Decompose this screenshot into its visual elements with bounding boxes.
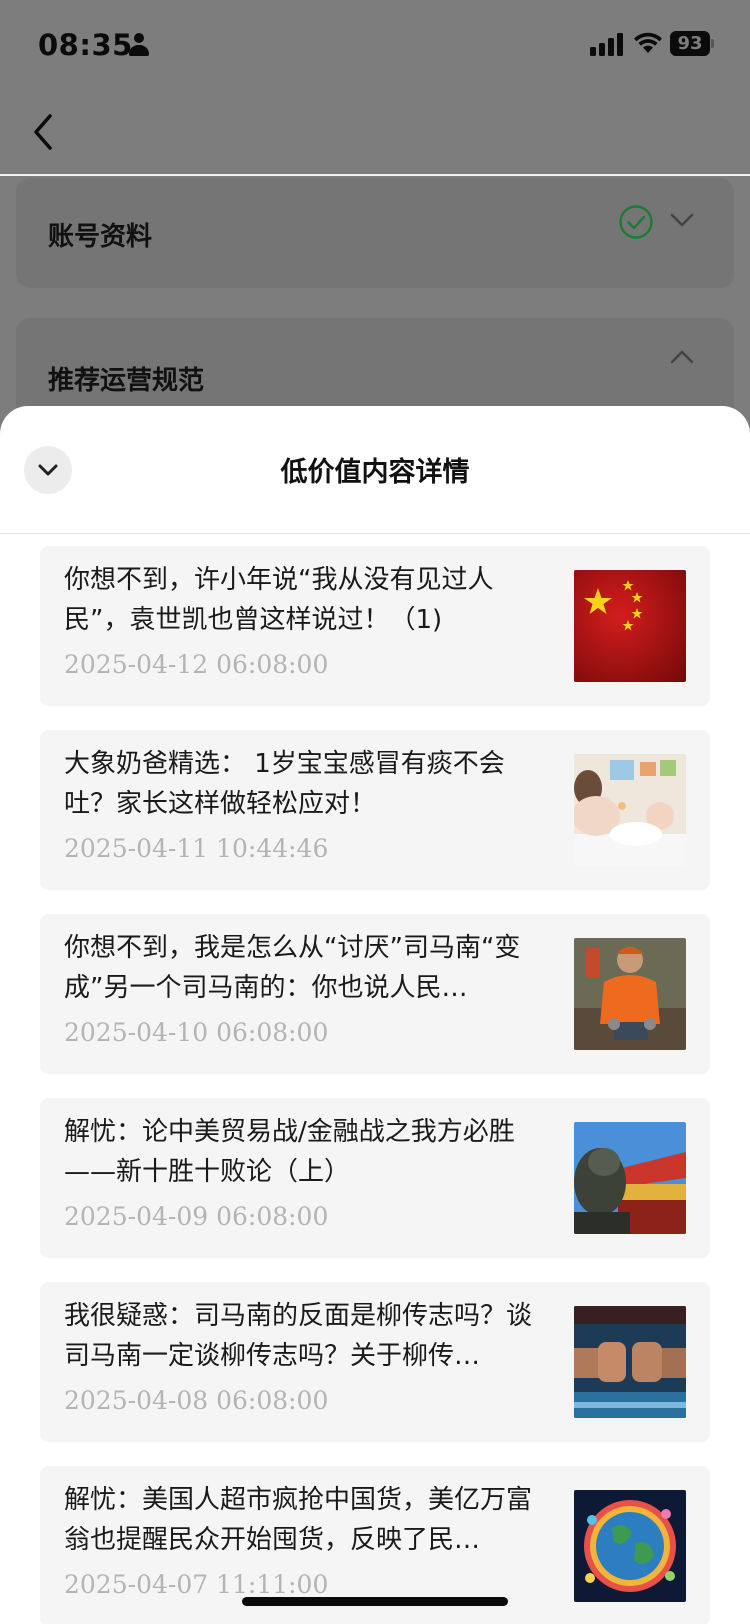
- globe-products-thumbnail: [574, 1490, 686, 1602]
- home-indicator: [242, 1597, 508, 1606]
- chevron-down-icon[interactable]: [670, 211, 694, 229]
- parent-baby-thumbnail: [574, 754, 686, 866]
- card-title: 推荐运营规范: [48, 366, 205, 396]
- worker-photo-thumbnail: [574, 938, 686, 1050]
- person-icon: [128, 33, 150, 57]
- status-time: 08:35: [38, 28, 133, 62]
- sheet-title: 低价值内容详情: [280, 457, 470, 488]
- item-title: 大象奶爸精选： 1岁宝宝感冒有痰不会吐？家长这样做轻松应对！: [64, 749, 505, 819]
- card-title: 账号资料: [48, 222, 153, 252]
- back-arrow-icon[interactable]: [30, 112, 56, 152]
- nav-bar: [0, 90, 750, 176]
- item-date: 2025-04-12 06:08:00: [64, 650, 329, 679]
- list-item[interactable]: 我很疑惑：司马南的反面是柳传志吗？谈司马南一定谈柳传志吗？关于柳传… 2025-…: [40, 1282, 710, 1442]
- battery-icon: 93: [670, 31, 714, 56]
- item-title: 解忧：美国人超市疯抢中国货，美亿万富翁也提醒民众开始囤货，反映了民…: [64, 1485, 533, 1555]
- item-date: 2025-04-08 06:08:00: [64, 1386, 329, 1415]
- item-date: 2025-04-10 06:08:00: [64, 1018, 329, 1047]
- china-flag-thumbnail: [574, 570, 686, 682]
- item-title: 你想不到，许小年说“我从没有见过人民”，袁世凯也曾这样说过！（1): [64, 565, 494, 635]
- account-info-card[interactable]: 账号资料: [16, 178, 734, 288]
- item-title: 你想不到，我是怎么从“讨厌”司马南“变成”另一个司马南的：你也说人民…: [64, 933, 521, 1003]
- stone-lion-palace-thumbnail: [574, 1122, 686, 1234]
- list-item[interactable]: 解忧：论中美贸易战/金融战之我方必胜——新十胜十败论（上） 2025-04-09…: [40, 1098, 710, 1258]
- list-item[interactable]: 你想不到，许小年说“我从没有见过人民”，袁世凯也曾这样说过！（1) 2025-0…: [40, 546, 710, 706]
- list-item[interactable]: 大象奶爸精选： 1岁宝宝感冒有痰不会吐？家长这样做轻松应对！ 2025-04-1…: [40, 730, 710, 890]
- chevron-up-icon[interactable]: [670, 348, 694, 366]
- item-date: 2025-04-09 06:08:00: [64, 1202, 329, 1231]
- item-title: 我很疑惑：司马南的反面是柳传志吗？谈司马南一定谈柳传志吗？关于柳传…: [64, 1301, 533, 1371]
- wifi-icon: [634, 32, 662, 53]
- item-title: 解忧：论中美贸易战/金融战之我方必胜——新十胜十败论（上）: [64, 1117, 515, 1187]
- sheet-header: 低价值内容详情: [0, 406, 750, 534]
- low-value-content-sheet: 低价值内容详情 你想不到，许小年说“我从没有见过人民”，袁世凯也曾这样说过！（1…: [0, 406, 750, 1624]
- item-date: 2025-04-11 10:44:46: [64, 834, 329, 863]
- list-item[interactable]: 你想不到，我是怎么从“讨厌”司马南“变成”另一个司马南的：你也说人民… 2025…: [40, 914, 710, 1074]
- fists-bump-thumbnail: [574, 1306, 686, 1418]
- status-bar: 08:35 93: [0, 0, 750, 90]
- cellular-signal-icon: [590, 32, 626, 56]
- check-circle-icon: [619, 205, 653, 239]
- battery-level: 93: [670, 31, 710, 56]
- content-list: 你想不到，许小年说“我从没有见过人民”，袁世凯也曾这样说过！（1) 2025-0…: [40, 546, 710, 1624]
- item-date: 2025-04-07 11:11:00: [64, 1570, 329, 1599]
